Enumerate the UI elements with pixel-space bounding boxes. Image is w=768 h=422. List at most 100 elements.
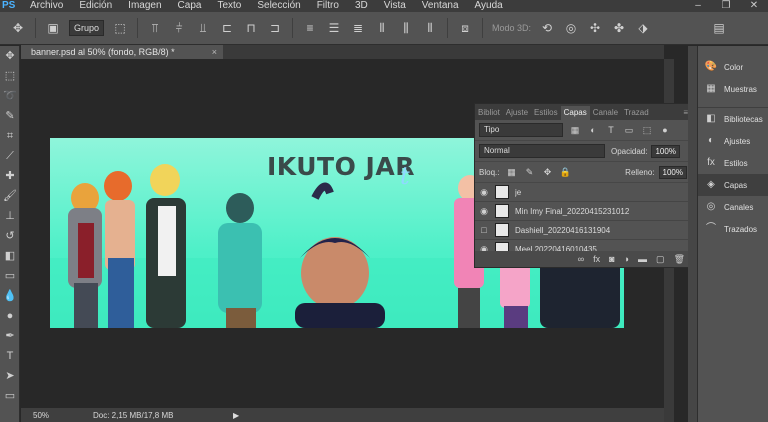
align-right-icon[interactable]: ⊐ (266, 19, 284, 37)
drag-3d-icon[interactable]: ✣ (586, 19, 604, 37)
link-layers-icon[interactable]: ∞ (578, 254, 584, 264)
menu-imagen[interactable]: Imagen (120, 0, 169, 12)
tab-estilos[interactable]: Estilos (531, 106, 561, 120)
history-brush-tool-icon[interactable]: ↺ (0, 226, 20, 246)
filter-smart-object-icon[interactable]: ⬚ (641, 124, 653, 136)
distribute-bottom-icon[interactable]: ≣ (349, 19, 367, 37)
dock-item-color[interactable]: 🎨 Color (698, 56, 768, 78)
menu-vista[interactable]: Vista (376, 0, 414, 12)
menu-ayuda[interactable]: Ayuda (467, 0, 511, 12)
dock-item-styles[interactable]: fx Estilos (698, 152, 768, 174)
close-window-icon[interactable]: ✕ (740, 0, 768, 12)
workspace-icon[interactable]: ▤ (710, 19, 728, 37)
menu-archivo[interactable]: Archivo (22, 0, 71, 12)
new-adjustment-icon[interactable]: ◑ (624, 254, 629, 264)
dodge-tool-icon[interactable]: ● (0, 306, 20, 326)
maximize-icon[interactable]: ❐ (712, 0, 740, 12)
filter-adjustment-icon[interactable]: ◐ (587, 124, 599, 136)
brush-tool-icon[interactable]: 🖌 (0, 186, 20, 206)
fill-input[interactable]: 100% (658, 165, 687, 179)
eyedropper-tool-icon[interactable]: ⟋ (0, 146, 20, 166)
minimize-icon[interactable]: – (684, 0, 712, 12)
quick-selection-tool-icon[interactable]: ✎ (0, 106, 20, 126)
document-tab[interactable]: banner.psd al 50% (fondo, RGB/8) * × (21, 45, 223, 59)
gradient-tool-icon[interactable]: ▭ (0, 266, 20, 286)
filter-pixel-icon[interactable]: ▦ (569, 124, 581, 136)
layer-row[interactable]: ◉ je (475, 183, 691, 202)
auto-select-dropdown[interactable]: Grupo (69, 20, 105, 36)
type-tool-icon[interactable]: T (0, 346, 20, 366)
crop-tool-icon[interactable]: ⌗ (0, 126, 20, 146)
dock-item-layers[interactable]: ◈ Capas (698, 174, 768, 196)
clone-stamp-tool-icon[interactable]: ⊥ (0, 206, 20, 226)
roll-3d-icon[interactable]: ◎ (562, 19, 580, 37)
align-top-icon[interactable]: ⫪ (146, 19, 164, 37)
scale-3d-icon[interactable]: ⬗ (634, 19, 652, 37)
marquee-tool-icon[interactable]: ⬚ (0, 66, 20, 86)
lock-transparent-icon[interactable]: ▦ (505, 166, 517, 178)
close-tab-icon[interactable]: × (212, 45, 217, 59)
menu-ventana[interactable]: Ventana (414, 0, 467, 12)
menu-capa[interactable]: Capa (170, 0, 210, 12)
lasso-tool-icon[interactable]: ➰ (0, 86, 20, 106)
tab-trazados[interactable]: Trazad (621, 106, 652, 120)
eraser-tool-icon[interactable]: ◧ (0, 246, 20, 266)
tab-canales[interactable]: Canale (590, 106, 621, 120)
menu-3d[interactable]: 3D (347, 0, 376, 12)
rectangle-tool-icon[interactable]: ▭ (0, 386, 20, 406)
distribute-left-icon[interactable]: ⦀ (373, 19, 391, 37)
eye-icon[interactable]: ◉ (475, 206, 493, 217)
healing-brush-tool-icon[interactable]: ✚ (0, 166, 20, 186)
distribute-right-icon[interactable]: ⫴ (421, 19, 439, 37)
path-selection-tool-icon[interactable]: ➤ (0, 366, 20, 386)
distribute-vcenter-icon[interactable]: ☰ (325, 19, 343, 37)
layer-style-fx-icon[interactable]: fx (593, 254, 600, 264)
menu-edicion[interactable]: Edición (71, 0, 120, 12)
pen-tool-icon[interactable]: ✒ (0, 326, 20, 346)
opacity-input[interactable]: 100% (651, 144, 680, 158)
lock-position-icon[interactable]: ✥ (541, 166, 553, 178)
move-tool-icon[interactable]: ✥ (9, 19, 27, 37)
new-group-icon[interactable]: ▬ (638, 254, 647, 264)
status-menu-arrow-icon[interactable]: ▶ (233, 411, 239, 420)
new-layer-icon[interactable]: ▢ (656, 254, 665, 265)
tab-ajustes[interactable]: Ajuste (503, 106, 531, 120)
dock-collapse-strip[interactable] (688, 46, 697, 422)
dock-item-adjustments[interactable]: ◐ Ajustes (698, 130, 768, 152)
tab-capas[interactable]: Capas (560, 106, 590, 120)
zoom-level[interactable]: 50% (33, 411, 93, 420)
dock-item-libraries[interactable]: ◧ Bibliotecas (698, 108, 768, 130)
hidden-visibility-icon[interactable]: □ (475, 225, 493, 235)
align-vcenter-icon[interactable]: ⫩ (170, 19, 188, 37)
distribute-top-icon[interactable]: ≡ (301, 19, 319, 37)
layer-row[interactable]: ◉ Min Imy Final_20220415231012 (475, 202, 691, 221)
orbit-3d-icon[interactable]: ⟲ (538, 19, 556, 37)
align-hcenter-icon[interactable]: ⊓ (242, 19, 260, 37)
layer-filter-dropdown[interactable]: Tipo (479, 123, 563, 137)
lock-all-icon[interactable]: 🔒 (559, 166, 571, 178)
blur-tool-icon[interactable]: 💧 (0, 286, 20, 306)
filter-shape-icon[interactable]: ▭ (623, 124, 635, 136)
dock-item-channels[interactable]: ◎ Canales (698, 196, 768, 218)
eye-icon[interactable]: ◉ (475, 187, 493, 198)
filter-toggle-icon[interactable]: ● (659, 124, 671, 136)
layer-row[interactable]: □ Dashiell_20220416131904 (475, 221, 691, 240)
lock-image-icon[interactable]: ✎ (523, 166, 535, 178)
align-left-icon[interactable]: ⊏ (218, 19, 236, 37)
dock-item-swatches[interactable]: ▦ Muestras (698, 78, 768, 100)
delete-layer-icon[interactable]: 🗑 (674, 254, 685, 265)
auto-align-icon[interactable]: ⧈ (456, 19, 474, 37)
blend-mode-dropdown[interactable]: Normal (479, 144, 605, 158)
distribute-hcenter-icon[interactable]: ⫼ (397, 19, 415, 37)
slide-3d-icon[interactable]: ✤ (610, 19, 628, 37)
menu-filtro[interactable]: Filtro (309, 0, 347, 12)
transform-controls-icon[interactable]: ⬚ (111, 19, 129, 37)
tab-bibliotecas[interactable]: Bibliot (475, 106, 503, 120)
align-bottom-icon[interactable]: ⫫ (194, 19, 212, 37)
move-tool-icon[interactable]: ✥ (0, 46, 20, 66)
auto-select-icon[interactable]: ▣ (44, 19, 62, 37)
filter-type-icon[interactable]: T (605, 124, 617, 136)
dock-item-paths[interactable]: ⌒ Trazados (698, 218, 768, 240)
menu-seleccion[interactable]: Selección (249, 0, 308, 12)
menu-texto[interactable]: Texto (209, 0, 249, 12)
